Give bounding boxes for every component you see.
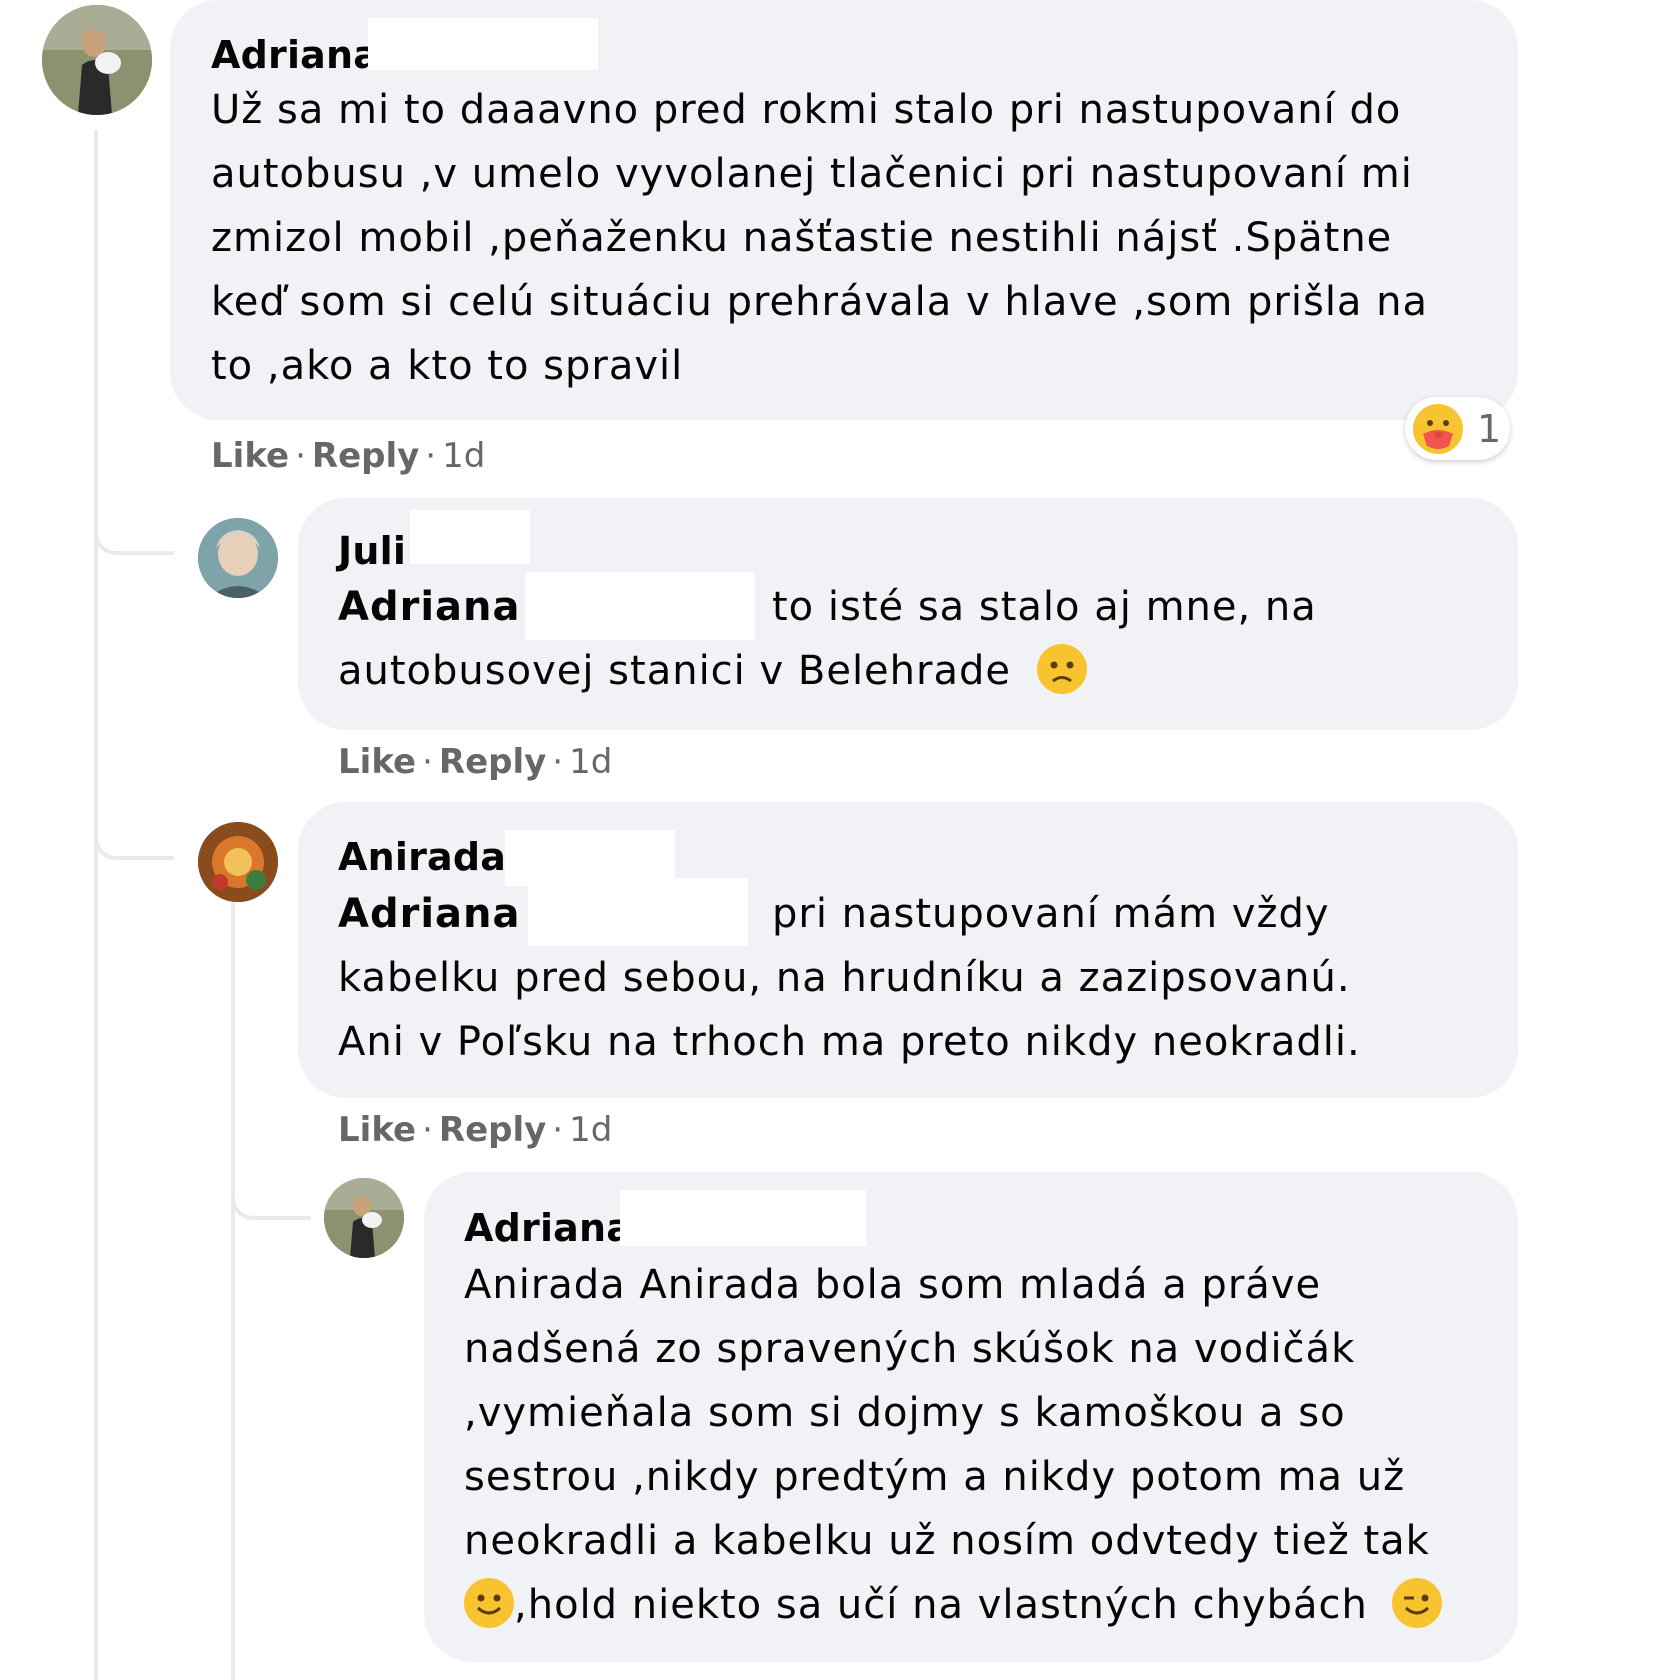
avatar[interactable] bbox=[198, 518, 278, 598]
comment-text-line: nadšená zo spravených skúšok na vodičák bbox=[464, 1326, 1356, 1372]
like-button[interactable]: Like bbox=[211, 436, 289, 476]
timestamp[interactable]: 1d bbox=[569, 1110, 612, 1150]
comment-text-line: keď som si celú situáciu prehrávala v hl… bbox=[211, 279, 1429, 325]
care-emoji-icon bbox=[1413, 403, 1463, 454]
comment-text-line: pri nastupovaní mám vždy bbox=[772, 891, 1330, 937]
redacted-surname bbox=[620, 1190, 866, 1246]
thread-elbow-juli bbox=[94, 500, 174, 555]
comment-actions: Like · Reply · 1d bbox=[211, 436, 486, 476]
comment-text-line: Anirada Anirada bola som mladá a práve bbox=[464, 1262, 1322, 1308]
redacted-mention bbox=[528, 878, 748, 946]
comment-text-line: ,vymieňala som si dojmy s kamoškou a so bbox=[464, 1390, 1346, 1436]
comment-text-line: Adriana bbox=[338, 894, 521, 934]
comment-text-line: ,hold niekto sa učí na vlastných chybách bbox=[464, 1578, 1442, 1628]
comment-text-line: sestrou ,nikdy predtým a nikdy potom ma … bbox=[464, 1454, 1406, 1500]
reply-button[interactable]: Reply bbox=[312, 436, 419, 476]
comment-actions: Like · Reply · 1d bbox=[338, 1110, 613, 1150]
comment-text-line: Ani v Poľsku na trhoch ma preto nikdy ne… bbox=[338, 1019, 1361, 1065]
comment-author[interactable]: Juli bbox=[338, 529, 406, 573]
reply-button[interactable]: Reply bbox=[439, 742, 546, 782]
thread-elbow-anirada bbox=[94, 805, 174, 860]
comment-author[interactable]: Adriana bbox=[211, 33, 379, 77]
reaction-count-pill[interactable]: 1 bbox=[1405, 397, 1510, 460]
thread-line-anirada bbox=[231, 900, 235, 1680]
like-button[interactable]: Like bbox=[338, 742, 416, 782]
reaction-count: 1 bbox=[1477, 406, 1502, 451]
avatar[interactable] bbox=[324, 1178, 404, 1258]
comment-author[interactable]: Anirada bbox=[338, 835, 506, 879]
thread-elbow-adriana-reply bbox=[231, 1170, 311, 1220]
avatar[interactable] bbox=[42, 5, 152, 115]
comment-text-line: neokradli a kabelku už nosím odvtedy tie… bbox=[464, 1518, 1430, 1564]
comment-text-line: kabelku pred sebou, na hrudníku a zazips… bbox=[338, 955, 1351, 1001]
reply-button[interactable]: Reply bbox=[439, 1110, 546, 1150]
mention-link[interactable]: Adriana bbox=[338, 584, 521, 630]
comment-text-line: zmizol mobil ,peňaženku našťastie nestih… bbox=[211, 215, 1393, 261]
wink-emoji-icon bbox=[1391, 1578, 1442, 1628]
timestamp[interactable]: 1d bbox=[442, 436, 485, 476]
redacted-mention bbox=[525, 572, 755, 640]
comment-text-line: autobusovej stanici v Belehrade bbox=[338, 644, 1087, 694]
redacted-surname bbox=[368, 18, 598, 70]
avatar[interactable] bbox=[198, 822, 278, 902]
comment-text-line: to ,ako a kto to spravil bbox=[211, 343, 684, 389]
comment-text-line: to isté sa stalo aj mne, na bbox=[772, 584, 1317, 630]
comment-text-line: autobusu ,v umelo vyvolanej tlačenici pr… bbox=[211, 151, 1413, 197]
comment-text-line: Adriana bbox=[338, 587, 521, 627]
redacted-surname bbox=[410, 510, 530, 564]
mention-link[interactable]: Adriana bbox=[338, 891, 521, 937]
comment-author[interactable]: Adriana bbox=[464, 1206, 632, 1250]
smile-emoji-icon bbox=[464, 1578, 514, 1628]
timestamp[interactable]: 1d bbox=[569, 742, 612, 782]
like-button[interactable]: Like bbox=[338, 1110, 416, 1150]
sad-face-emoji-icon bbox=[1036, 644, 1087, 694]
comment-thread: Adriana Už sa mi to daaavno pred rokmi s… bbox=[0, 0, 1680, 1680]
comment-text-line: Už sa mi to daaavno pred rokmi stalo pri… bbox=[211, 87, 1402, 133]
comment-actions: Like · Reply · 1d bbox=[338, 742, 613, 782]
thread-line-main bbox=[94, 130, 98, 1680]
